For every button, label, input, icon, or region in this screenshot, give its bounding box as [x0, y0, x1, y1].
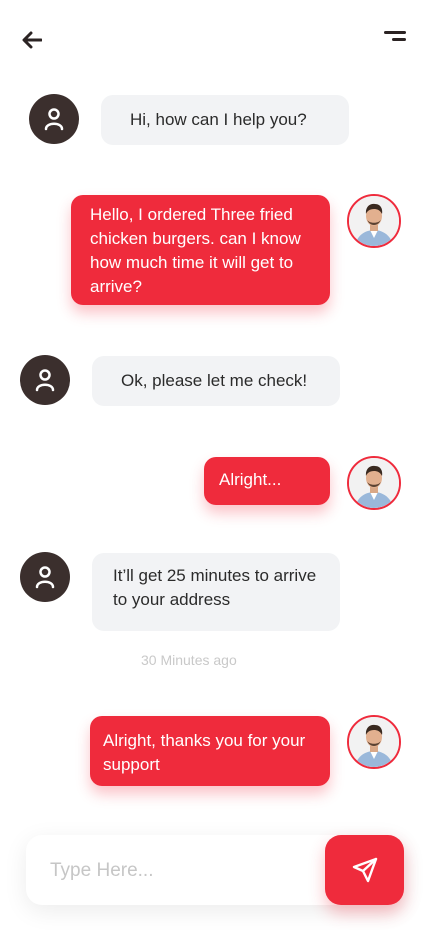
message-bubble-support: Hi, how can I help you? — [101, 95, 349, 145]
message-bubble-user: Hello, I ordered Three fried chicken bur… — [71, 195, 330, 305]
person-icon — [35, 566, 55, 589]
user-avatar — [347, 456, 401, 510]
user-photo-icon — [349, 196, 399, 246]
message-input[interactable] — [48, 853, 312, 889]
menu-button[interactable] — [380, 28, 410, 46]
message-timestamp: 30 Minutes ago — [141, 652, 237, 668]
message-composer — [26, 835, 404, 905]
menu-icon-line — [392, 38, 406, 41]
back-button[interactable] — [20, 28, 44, 52]
message-bubble-user: Alright... — [204, 457, 330, 505]
arrow-left-icon — [22, 31, 42, 49]
top-bar — [0, 0, 430, 80]
send-icon — [352, 857, 377, 883]
support-avatar — [20, 552, 70, 602]
support-avatar — [29, 94, 79, 144]
send-button[interactable] — [325, 835, 404, 905]
message-bubble-support: Ok, please let me check! — [92, 356, 340, 406]
support-avatar — [20, 355, 70, 405]
menu-icon — [384, 31, 406, 34]
person-icon — [44, 108, 64, 131]
person-icon — [35, 369, 55, 392]
user-photo-icon — [349, 458, 399, 508]
user-avatar — [347, 194, 401, 248]
user-photo-icon — [349, 717, 399, 767]
user-avatar — [347, 715, 401, 769]
message-bubble-support: It’ll get 25 minutes to arrive to your a… — [92, 553, 340, 631]
message-bubble-user: Alright, thanks you for your support — [90, 716, 330, 786]
